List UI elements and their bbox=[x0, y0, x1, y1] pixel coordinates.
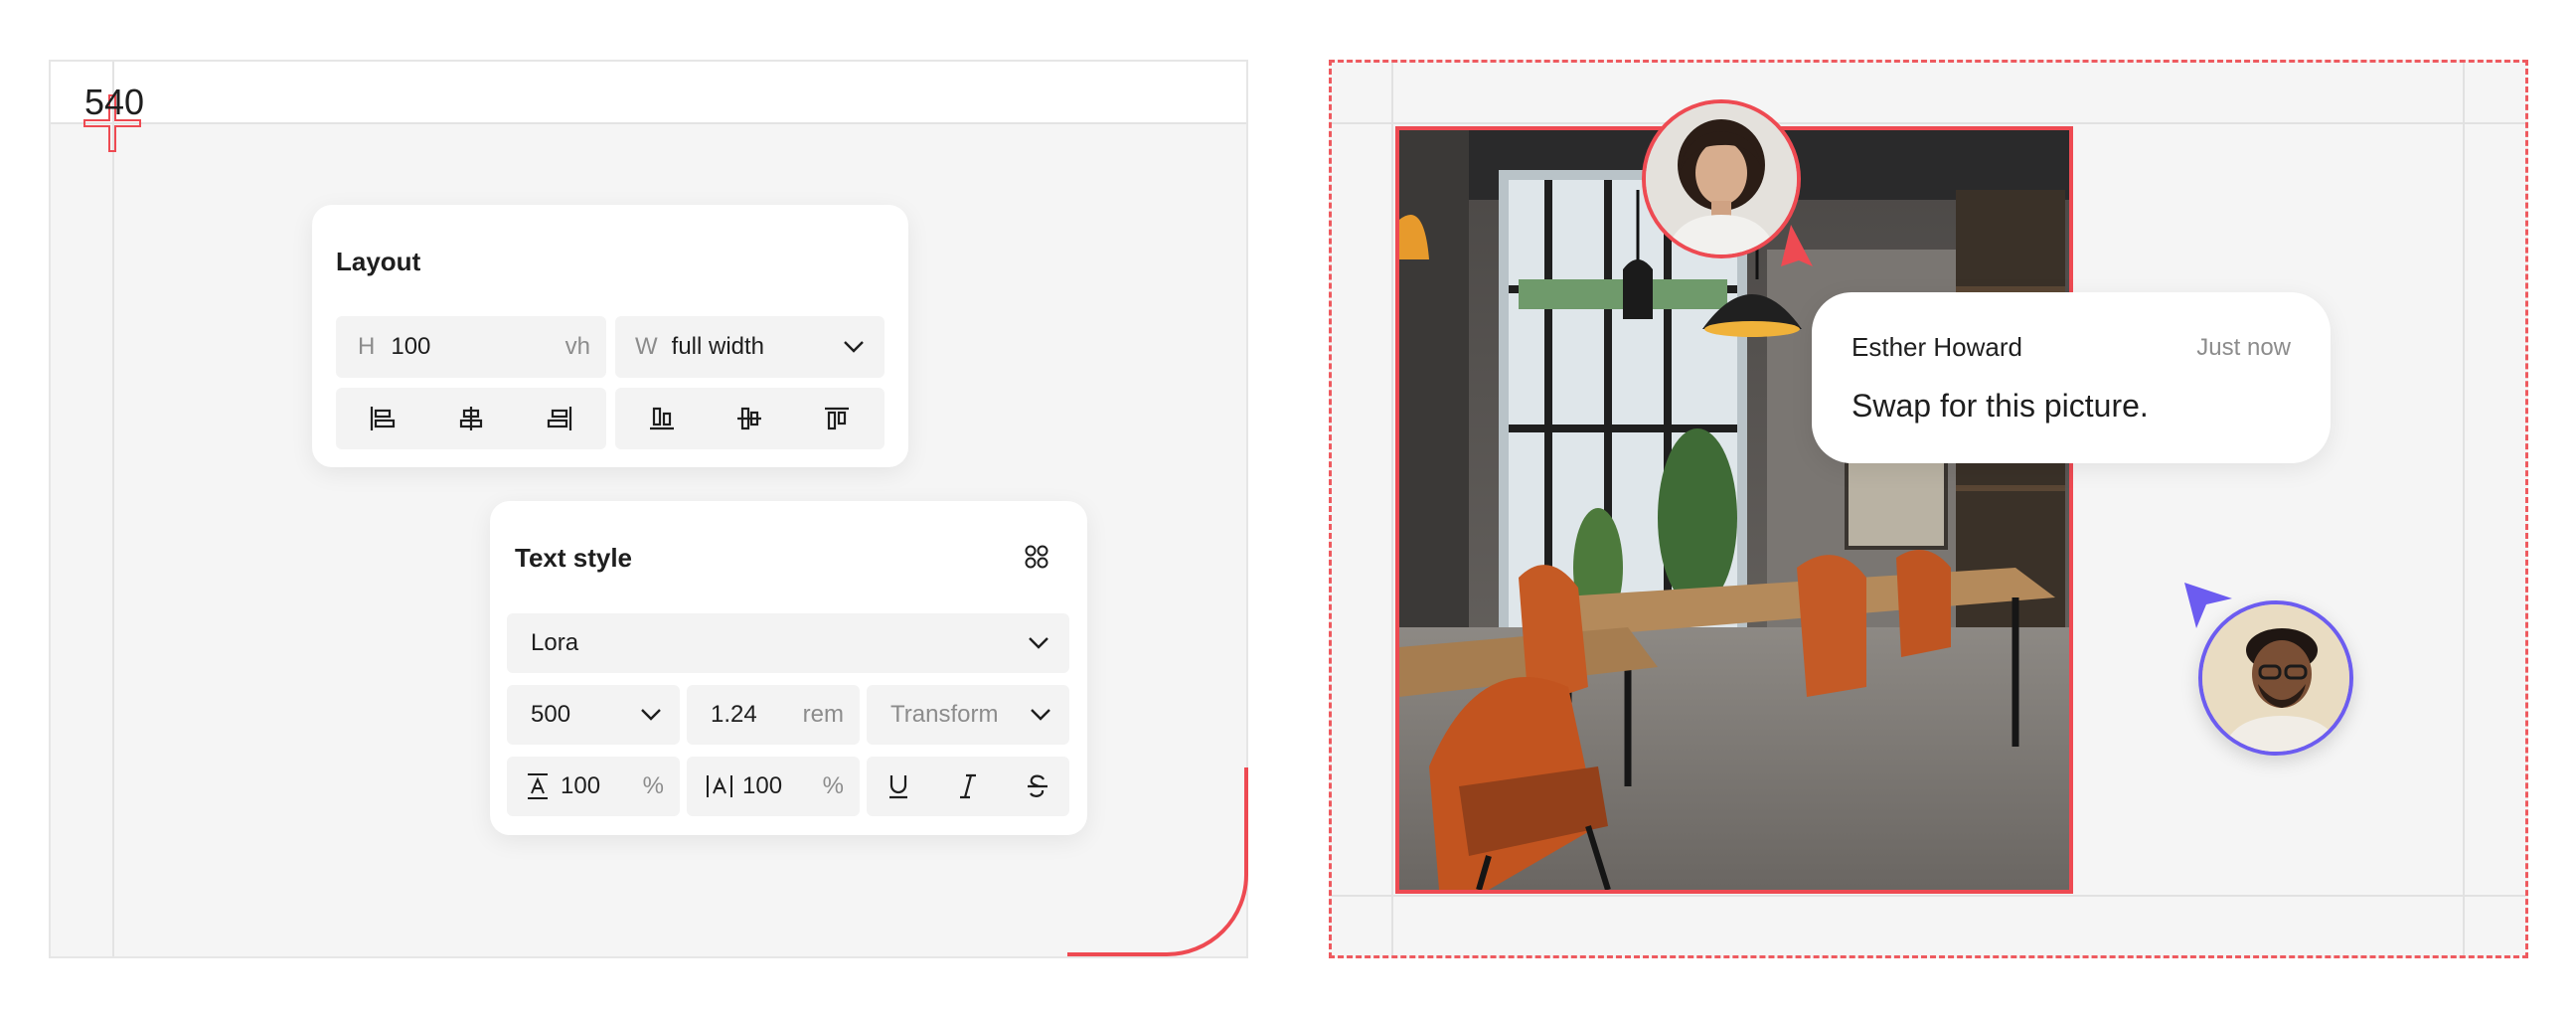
width-select[interactable]: W full width bbox=[615, 316, 885, 378]
align-top-icon[interactable] bbox=[819, 401, 855, 436]
layout-panel: Layout H 100 vh W full width bbox=[312, 205, 908, 467]
font-size-field[interactable]: 1.24 rem bbox=[687, 685, 860, 745]
align-right-icon[interactable] bbox=[543, 401, 578, 436]
top-guide-line bbox=[1332, 122, 2525, 124]
font-size-unit: rem bbox=[802, 701, 844, 728]
right-guide-line bbox=[2463, 63, 2465, 955]
letter-spacing-unit: % bbox=[822, 772, 844, 799]
letter-spacing-value: 100 bbox=[742, 772, 783, 799]
letter-spacing-icon bbox=[707, 775, 732, 797]
vertical-guide bbox=[112, 62, 114, 956]
left-guide-line bbox=[1391, 63, 1393, 955]
bottom-guide-line bbox=[1332, 895, 2525, 897]
comment-bubble[interactable]: Esther Howard Just now Swap for this pic… bbox=[1812, 292, 2331, 463]
width-value: full width bbox=[671, 333, 765, 360]
height-value: 100 bbox=[391, 333, 431, 360]
underline-icon[interactable] bbox=[881, 768, 916, 804]
font-family-value: Lora bbox=[531, 629, 579, 656]
height-prefix: H bbox=[358, 333, 376, 360]
chevron-down-icon bbox=[1031, 709, 1050, 721]
align-bottom-icon[interactable] bbox=[644, 401, 680, 436]
align-left-icon[interactable] bbox=[364, 401, 400, 436]
chevron-down-icon bbox=[641, 709, 661, 721]
text-style-panel-title: Text style bbox=[515, 543, 633, 573]
top-ruler-strip bbox=[51, 62, 1246, 124]
italic-icon[interactable] bbox=[950, 768, 986, 804]
dimension-label: 540 bbox=[84, 82, 145, 122]
letter-spacing-field[interactable]: 100 % bbox=[687, 757, 860, 816]
avatar-man[interactable] bbox=[2198, 600, 2353, 756]
comment-author: Esther Howard bbox=[1852, 332, 2022, 362]
text-transform-select[interactable]: Transform bbox=[867, 685, 1069, 745]
strikethrough-icon[interactable] bbox=[1020, 768, 1055, 804]
text-decoration-group bbox=[867, 757, 1069, 816]
font-size-value: 1.24 bbox=[711, 701, 757, 728]
line-height-value: 100 bbox=[561, 772, 601, 799]
horizontal-align-group bbox=[336, 388, 606, 449]
comment-message: Swap for this picture. bbox=[1852, 388, 2149, 424]
height-unit: vh bbox=[564, 333, 590, 360]
chevron-down-icon bbox=[844, 341, 864, 353]
layout-panel-title: Layout bbox=[336, 247, 421, 276]
text-transform-placeholder: Transform bbox=[890, 701, 999, 728]
align-center-vertical-icon[interactable] bbox=[731, 401, 767, 436]
line-height-unit: % bbox=[642, 772, 664, 799]
chevron-down-icon bbox=[1029, 637, 1048, 649]
font-weight-value: 500 bbox=[531, 701, 571, 728]
component-grid-icon[interactable] bbox=[1019, 539, 1054, 575]
width-prefix: W bbox=[635, 333, 658, 360]
comment-time: Just now bbox=[2196, 334, 2291, 361]
vertical-align-group bbox=[615, 388, 885, 449]
line-height-icon bbox=[528, 773, 548, 799]
line-height-field[interactable]: 100 % bbox=[507, 757, 680, 816]
text-style-panel: Text style Lora 500 1.24 rem Transform 1… bbox=[490, 501, 1087, 835]
font-family-select[interactable]: Lora bbox=[507, 613, 1069, 673]
align-center-horizontal-icon[interactable] bbox=[453, 401, 489, 436]
height-field[interactable]: H 100 vh bbox=[336, 316, 606, 378]
cursor-pointer-red-icon bbox=[1781, 225, 1813, 266]
font-weight-select[interactable]: 500 bbox=[507, 685, 680, 745]
